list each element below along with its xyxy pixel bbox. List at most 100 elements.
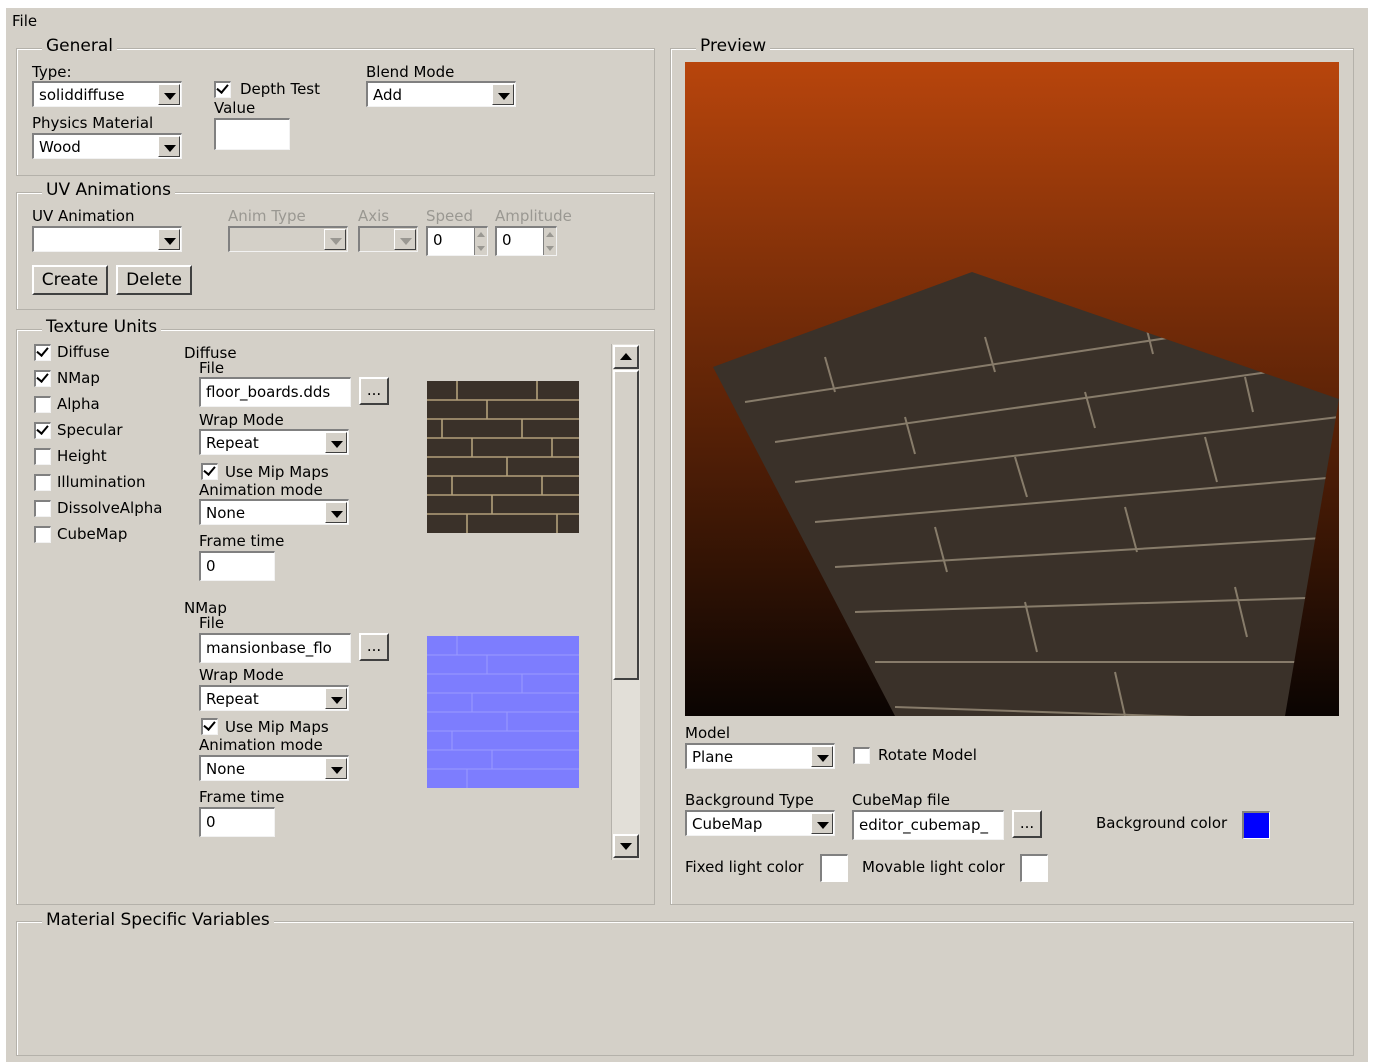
model-combo[interactable]: Plane (685, 743, 835, 769)
value-label: Value (214, 99, 256, 117)
value-input[interactable] (214, 118, 290, 150)
texture-units-title: Texture Units (42, 317, 162, 337)
chevron-down-icon[interactable] (325, 502, 347, 523)
nmap-file-input[interactable]: mansionbase_flo (199, 633, 351, 663)
cubemap-browse-button[interactable]: ... (1012, 810, 1042, 838)
diffuse-frame-time-input[interactable]: 0 (199, 551, 275, 581)
nmap-mip-checkbox[interactable] (201, 718, 218, 735)
unit-alpha-checkbox[interactable] (34, 396, 51, 413)
create-button[interactable]: Create (32, 265, 108, 295)
blend-mode-combo[interactable]: Add (366, 81, 516, 107)
diffuse-wrap-combo[interactable]: Repeat (199, 429, 349, 455)
chevron-down-icon[interactable] (811, 746, 833, 767)
fixed-light-swatch[interactable] (820, 854, 848, 882)
scroll-down-button[interactable] (613, 834, 639, 858)
nmap-anim-mode-label: Animation mode (199, 736, 323, 754)
spin-arrows-icon[interactable] (474, 228, 487, 255)
unit-illumination-label: Illumination (57, 473, 146, 491)
nmap-wrap-combo[interactable]: Repeat (199, 685, 349, 711)
diffuse-wrap-label: Wrap Mode (199, 411, 284, 429)
diffuse-anim-mode-value: None (206, 504, 246, 522)
preview-viewport[interactable] (685, 62, 1339, 716)
depth-test-checkbox[interactable] (214, 81, 231, 98)
uv-animation-label: UV Animation (32, 207, 135, 225)
type-combo-value: soliddiffuse (39, 86, 125, 104)
movable-light-swatch[interactable] (1020, 854, 1048, 882)
scroll-thumb[interactable] (613, 370, 639, 680)
chevron-down-icon[interactable] (325, 688, 347, 709)
chevron-down-icon[interactable] (492, 84, 514, 105)
rotate-model-label: Rotate Model (878, 746, 977, 764)
unit-height-checkbox[interactable] (34, 448, 51, 465)
unit-diffuse-label: Diffuse (57, 343, 110, 361)
amplitude-label: Amplitude (495, 207, 572, 225)
diffuse-texture-thumbnail (427, 381, 579, 533)
chevron-down-icon[interactable] (324, 229, 346, 250)
chevron-down-icon[interactable] (394, 229, 416, 250)
chevron-down-icon[interactable] (325, 758, 347, 779)
nmap-anim-mode-combo[interactable]: None (199, 755, 349, 781)
anim-type-combo[interactable] (228, 226, 348, 252)
nmap-texture-thumbnail (427, 636, 579, 788)
physics-material-combo[interactable]: Wood (32, 133, 182, 159)
background-type-label: Background Type (685, 791, 814, 809)
diffuse-anim-mode-label: Animation mode (199, 481, 323, 499)
chevron-down-icon[interactable] (158, 136, 180, 157)
chevron-down-icon[interactable] (158, 84, 180, 105)
background-color-label: Background color (1096, 814, 1228, 832)
delete-button[interactable]: Delete (116, 265, 192, 295)
texture-units-scrollbar[interactable] (611, 344, 640, 860)
unit-illumination-checkbox[interactable] (34, 474, 51, 491)
amplitude-value: 0 (502, 231, 512, 249)
diffuse-frame-time-label: Frame time (199, 532, 285, 550)
movable-light-label: Movable light color (862, 858, 1005, 876)
type-label: Type: (32, 63, 72, 81)
model-value: Plane (692, 748, 734, 766)
unit-cubemap-label: CubeMap (57, 525, 128, 543)
nmap-frame-time-label: Frame time (199, 788, 285, 806)
nmap-wrap-label: Wrap Mode (199, 666, 284, 684)
diffuse-file-label: File (199, 359, 225, 377)
blend-mode-label: Blend Mode (366, 63, 455, 81)
unit-height-label: Height (57, 447, 107, 465)
speed-spinbox[interactable]: 0 (426, 226, 488, 256)
nmap-frame-time-input[interactable]: 0 (199, 807, 275, 837)
unit-cubemap-checkbox[interactable] (34, 526, 51, 543)
material-specific-variables-group (16, 921, 1354, 1056)
cubemap-file-input[interactable]: editor_cubemap_ (852, 810, 1004, 840)
diffuse-mip-checkbox[interactable] (201, 463, 218, 480)
rotate-model-checkbox[interactable] (853, 747, 870, 764)
axis-combo[interactable] (358, 226, 418, 252)
diffuse-browse-button[interactable]: ... (359, 377, 389, 405)
background-color-swatch[interactable] (1242, 811, 1270, 839)
material-specific-variables-title: Material Specific Variables (42, 910, 274, 930)
uv-animations-title: UV Animations (42, 180, 176, 200)
unit-nmap-label: NMap (57, 369, 100, 387)
diffuse-anim-mode-combo[interactable]: None (199, 499, 349, 525)
scroll-up-button[interactable] (613, 345, 639, 369)
unit-specular-checkbox[interactable] (34, 422, 51, 439)
chevron-down-icon[interactable] (325, 432, 347, 453)
type-combo[interactable]: soliddiffuse (32, 81, 182, 107)
amplitude-spinbox[interactable]: 0 (495, 226, 557, 256)
unit-nmap-checkbox[interactable] (34, 370, 51, 387)
chevron-down-icon[interactable] (811, 813, 833, 834)
diffuse-mip-label: Use Mip Maps (225, 463, 329, 481)
unit-dissolvealpha-label: DissolveAlpha (57, 499, 163, 517)
chevron-down-icon[interactable] (158, 229, 180, 250)
menu-file[interactable]: File (12, 12, 37, 30)
spin-arrows-icon[interactable] (543, 228, 556, 255)
background-type-combo[interactable]: CubeMap (685, 810, 835, 836)
axis-label: Axis (358, 207, 390, 225)
unit-diffuse-checkbox[interactable] (34, 344, 51, 361)
nmap-mip-label: Use Mip Maps (225, 718, 329, 736)
physics-material-label: Physics Material (32, 114, 154, 132)
unit-alpha-label: Alpha (57, 395, 100, 413)
nmap-anim-mode-value: None (206, 760, 246, 778)
uv-animation-combo[interactable] (32, 226, 182, 252)
arrow-up-icon (620, 353, 632, 360)
unit-dissolvealpha-checkbox[interactable] (34, 500, 51, 517)
fixed-light-label: Fixed light color (685, 858, 804, 876)
diffuse-file-input[interactable]: floor_boards.dds (199, 377, 351, 407)
nmap-browse-button[interactable]: ... (359, 633, 389, 661)
